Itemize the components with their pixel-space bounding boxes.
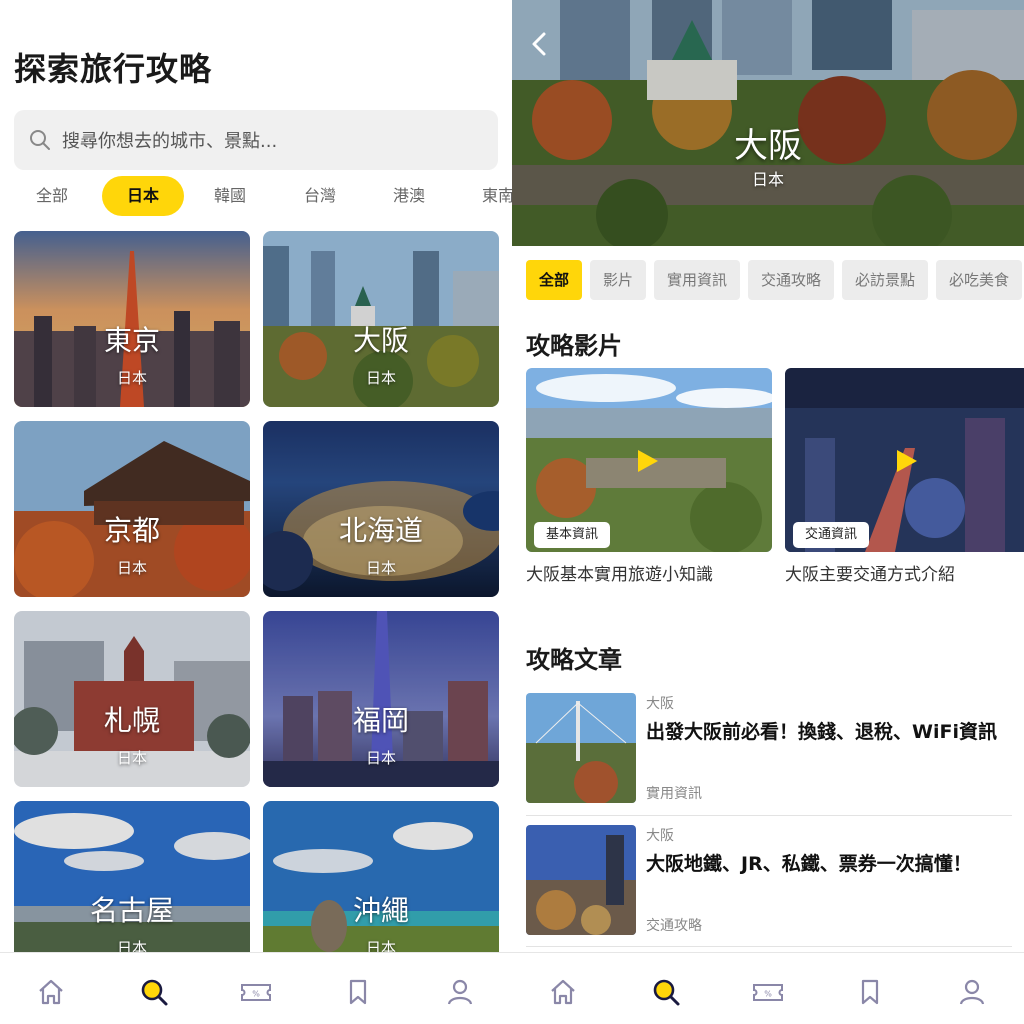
city-name: 京都 (103, 514, 160, 547)
city-card-sapporo[interactable]: 札幌 日本 (14, 611, 250, 787)
video-card[interactable]: 基本資訊 (526, 368, 772, 552)
hero-city-name: 大阪 (734, 126, 802, 166)
city-name: 沖繩 (352, 894, 409, 927)
article-category: 交通攻略 (646, 918, 702, 934)
article-divider (526, 946, 1012, 947)
video-badge: 基本資訊 (534, 522, 611, 548)
city-country: 日本 (365, 369, 396, 387)
city-country: 日本 (365, 559, 396, 577)
article-divider (526, 815, 1012, 816)
city-name: 福岡 (352, 704, 409, 737)
city-country: 日本 (116, 559, 147, 577)
country-tabs: 全部 日本 韓國 台灣 港澳 東南 (0, 176, 512, 218)
explore-screen: 探索旅行攻略 搜尋你想去的城市、景點... 全部 日本 韓國 台灣 港澳 東南 … (0, 0, 512, 1024)
city-name: 東京 (103, 324, 160, 357)
city-name: 北海道 (338, 514, 423, 547)
tab-southeast-asia[interactable]: 東南 (482, 176, 512, 216)
chip-must-visit[interactable]: 必訪景點 (842, 260, 928, 300)
play-icon[interactable] (897, 450, 917, 472)
profile-icon (959, 979, 985, 1005)
article-item[interactable]: 大阪 出發大阪前必看！換錢、退稅、WiFi資訊 實用資訊 (526, 693, 1012, 817)
city-country: 日本 (116, 749, 147, 767)
video-card[interactable]: 交通資訊 (785, 368, 1024, 552)
page-title: 探索旅行攻略 (14, 50, 213, 88)
city-name: 名古屋 (89, 894, 174, 927)
city-name: 大阪 (352, 324, 409, 357)
hero-banner: 大阪 日本 (512, 0, 1024, 246)
nav-home[interactable] (36, 977, 66, 1007)
nav-search[interactable] (651, 977, 681, 1007)
city-country: 日本 (365, 749, 396, 767)
play-icon[interactable] (638, 450, 658, 472)
nav-profile[interactable] (957, 977, 987, 1007)
chip-videos[interactable]: 影片 (590, 260, 646, 300)
city-name: 札幌 (103, 704, 160, 737)
search-icon (141, 979, 168, 1006)
articles-section-title: 攻略文章 (526, 646, 622, 674)
city-card-osaka[interactable]: 大阪 日本 (263, 231, 499, 407)
article-city: 大阪 (646, 828, 674, 844)
tab-hongkong-macau[interactable]: 港澳 (393, 176, 425, 216)
bottom-nav: % (0, 952, 512, 1024)
city-card-nagoya[interactable]: 名古屋 日本 (14, 801, 250, 977)
videos-section-title: 攻略影片 (526, 332, 622, 360)
svg-text:%: % (252, 990, 260, 999)
tab-taiwan[interactable]: 台灣 (304, 176, 336, 216)
home-icon (551, 979, 575, 1005)
article-category: 實用資訊 (646, 786, 702, 802)
nav-home[interactable] (548, 977, 578, 1007)
city-card-hokkaido[interactable]: 北海道 日本 (263, 421, 499, 597)
search-icon (653, 979, 680, 1006)
nav-tickets[interactable]: % (752, 977, 784, 1007)
ticket-icon: % (241, 984, 271, 1001)
search-placeholder: 搜尋你想去的城市、景點... (62, 131, 278, 152)
home-icon (39, 979, 63, 1005)
tab-all[interactable]: 全部 (36, 176, 68, 216)
article-item[interactable]: 大阪 大阪地鐵、JR、私鐵、票券一次搞懂！ 交通攻略 (526, 825, 1012, 949)
video-title[interactable]: 大阪基本實用旅遊小知識 (526, 560, 713, 585)
chip-practical-info[interactable]: 實用資訊 (654, 260, 740, 300)
city-card-fukuoka[interactable]: 福岡 日本 (263, 611, 499, 787)
bookmark-icon (861, 979, 879, 1005)
article-thumbnail (526, 825, 636, 935)
tab-japan[interactable]: 日本 (102, 176, 184, 216)
nav-tickets[interactable]: % (240, 977, 272, 1007)
profile-icon (447, 979, 473, 1005)
article-thumbnail (526, 693, 636, 803)
tab-korea[interactable]: 韓國 (214, 176, 246, 216)
city-country: 日本 (116, 369, 147, 387)
search-icon (30, 130, 50, 150)
video-badge: 交通資訊 (793, 522, 870, 548)
video-title[interactable]: 大阪主要交通方式介紹 (785, 560, 955, 585)
city-card-okinawa[interactable]: 沖繩 日本 (263, 801, 499, 977)
ticket-icon: % (753, 984, 783, 1001)
nav-bookmarks[interactable] (343, 977, 373, 1007)
search-bar[interactable]: 搜尋你想去的城市、景點... (14, 110, 498, 170)
chip-transport[interactable]: 交通攻略 (748, 260, 834, 300)
hero-country: 日本 (751, 170, 784, 189)
nav-bookmarks[interactable] (855, 977, 885, 1007)
city-detail-screen: 大阪 日本 全部 影片 實用資訊 交通攻略 必訪景點 必吃美食 攻略影片 基本資… (512, 0, 1024, 1024)
svg-text:%: % (764, 990, 772, 999)
article-title: 出發大阪前必看！換錢、退稅、WiFi資訊 (646, 721, 997, 743)
nav-search[interactable] (139, 977, 169, 1007)
bottom-nav: % (512, 952, 1024, 1024)
filter-chips: 全部 影片 實用資訊 交通攻略 必訪景點 必吃美食 (526, 260, 1024, 300)
city-card-kyoto[interactable]: 京都 日本 (14, 421, 250, 597)
chip-must-eat[interactable]: 必吃美食 (936, 260, 1022, 300)
bookmark-icon (349, 979, 367, 1005)
nav-profile[interactable] (445, 977, 475, 1007)
article-city: 大阪 (646, 696, 674, 712)
back-arrow-icon[interactable] (526, 30, 554, 58)
chip-all[interactable]: 全部 (526, 260, 582, 300)
city-card-tokyo[interactable]: 東京 日本 (14, 231, 250, 407)
article-title: 大阪地鐵、JR、私鐵、票券一次搞懂！ (646, 853, 972, 875)
